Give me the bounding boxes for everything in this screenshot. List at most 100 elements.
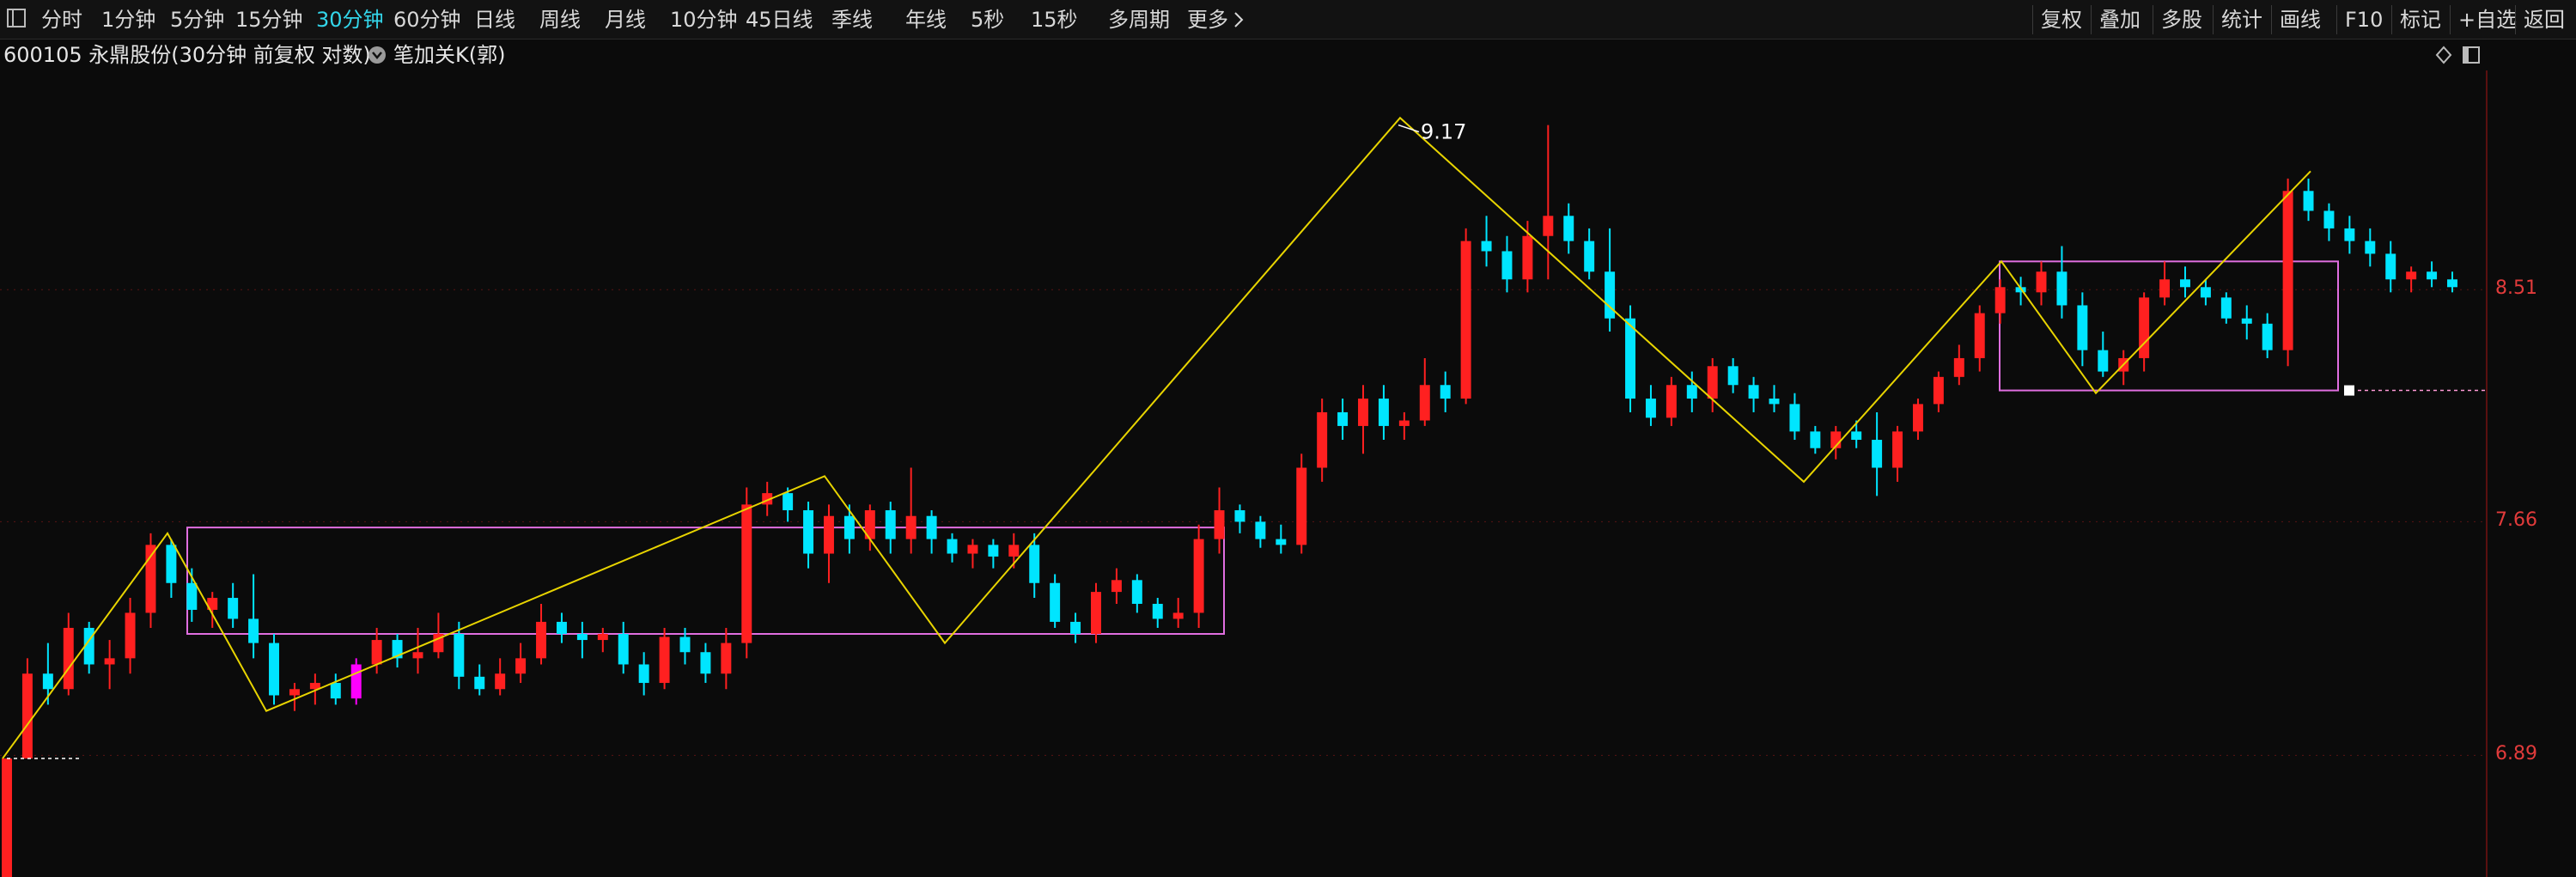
candle-body bbox=[186, 582, 198, 610]
candle-body bbox=[1707, 366, 1718, 399]
candle-body bbox=[783, 493, 794, 511]
candle-body bbox=[1193, 539, 1204, 613]
candle-body bbox=[1625, 318, 1636, 399]
candle-body bbox=[1851, 431, 1862, 441]
candle-body bbox=[330, 683, 341, 699]
candle-body bbox=[1748, 385, 1759, 399]
candle-body bbox=[2, 758, 12, 877]
candle-body bbox=[905, 515, 917, 539]
candle-body bbox=[988, 545, 999, 557]
candle-body bbox=[2385, 253, 2396, 280]
candle-body bbox=[1317, 411, 1328, 468]
candle-body bbox=[721, 643, 732, 674]
candle-body bbox=[1008, 545, 1020, 557]
candle-body bbox=[576, 634, 588, 641]
candle-body bbox=[967, 545, 978, 554]
candle-body bbox=[474, 676, 485, 690]
candle-body bbox=[1501, 251, 1513, 280]
candle-body bbox=[412, 652, 423, 659]
candle-body bbox=[2282, 191, 2293, 350]
candle-body bbox=[1686, 385, 1697, 399]
candle-body bbox=[2159, 279, 2171, 298]
candle-body bbox=[21, 673, 33, 759]
candle-body bbox=[1994, 287, 2006, 314]
kline-chart[interactable]: 9.17 bbox=[0, 0, 2576, 877]
candle-body bbox=[679, 636, 691, 653]
candle-body bbox=[104, 658, 115, 665]
candle-body bbox=[618, 634, 629, 665]
candle-body bbox=[926, 515, 937, 539]
candle-body bbox=[1255, 521, 1266, 539]
candle-body bbox=[1337, 411, 1349, 426]
candle-body bbox=[2406, 271, 2417, 280]
candle-body bbox=[803, 510, 814, 554]
candle-body bbox=[2098, 350, 2109, 372]
candle-body bbox=[1460, 241, 1471, 399]
candle-body bbox=[1974, 313, 1985, 358]
candle-body bbox=[454, 634, 465, 677]
candle-body bbox=[843, 515, 855, 539]
candle-body bbox=[1605, 271, 1616, 319]
y-tick-label: 7.66 bbox=[2495, 509, 2537, 532]
candle-body bbox=[1522, 235, 1533, 280]
candle-body bbox=[638, 664, 649, 684]
candle-body bbox=[1029, 545, 1040, 583]
candle-body bbox=[2036, 271, 2047, 293]
candle-body bbox=[1234, 510, 1245, 522]
candle-body bbox=[2365, 241, 2376, 254]
stroke-line bbox=[2, 116, 2311, 759]
candle-body bbox=[2180, 279, 2190, 288]
candle-body bbox=[1358, 399, 1368, 426]
candle-body bbox=[1727, 366, 1739, 386]
candle-body bbox=[2241, 318, 2252, 324]
candle-body bbox=[741, 504, 752, 643]
candle-body bbox=[885, 510, 896, 539]
candle-body bbox=[2139, 297, 2150, 358]
candle-body bbox=[1789, 404, 1800, 432]
candle-body bbox=[659, 636, 670, 684]
candle-body bbox=[2056, 271, 2067, 306]
candle-body bbox=[1131, 580, 1142, 604]
candle-body bbox=[515, 658, 527, 674]
candle-body bbox=[1378, 399, 1389, 426]
candle-body bbox=[2077, 305, 2088, 350]
candle-body bbox=[166, 545, 177, 583]
candle-body bbox=[350, 664, 362, 699]
candle-body bbox=[1563, 216, 1574, 241]
candle-body bbox=[947, 539, 958, 554]
candle-body bbox=[1810, 431, 1821, 448]
candle-body bbox=[1872, 440, 1883, 468]
candle-body bbox=[1419, 385, 1430, 421]
candle-body bbox=[269, 643, 279, 696]
candle-body bbox=[2303, 191, 2314, 211]
candle-body bbox=[1070, 621, 1081, 635]
candle-body bbox=[1050, 582, 1061, 622]
candle-body bbox=[1111, 580, 1122, 593]
candle-body bbox=[1440, 385, 1451, 399]
candle-body bbox=[1091, 592, 1101, 635]
candle-body bbox=[823, 515, 834, 554]
candle-body bbox=[125, 612, 136, 659]
candle-body bbox=[495, 673, 506, 690]
candle-body bbox=[1912, 404, 1923, 432]
candle-body bbox=[597, 634, 608, 641]
candle-body bbox=[1152, 603, 1163, 619]
candle-body bbox=[536, 621, 547, 659]
candle-body bbox=[1172, 612, 1184, 619]
candle-body bbox=[1584, 241, 1595, 272]
candle-body bbox=[1276, 539, 1287, 545]
candle-body bbox=[1214, 510, 1225, 539]
candle-body bbox=[371, 640, 382, 665]
candle-body bbox=[289, 689, 300, 696]
y-tick-label: 6.89 bbox=[2495, 743, 2537, 765]
candle-body bbox=[1481, 241, 1492, 252]
candle-body bbox=[2427, 271, 2438, 280]
y-tick-label: 8.51 bbox=[2495, 277, 2537, 300]
candle-body bbox=[1933, 376, 1944, 405]
candle-body bbox=[1543, 216, 1554, 236]
peak-label: 9.17 bbox=[1421, 120, 1466, 144]
candle-body bbox=[2323, 210, 2335, 228]
candle-body bbox=[63, 627, 74, 690]
candle-body bbox=[1953, 357, 1964, 377]
candle-body bbox=[1645, 399, 1656, 418]
